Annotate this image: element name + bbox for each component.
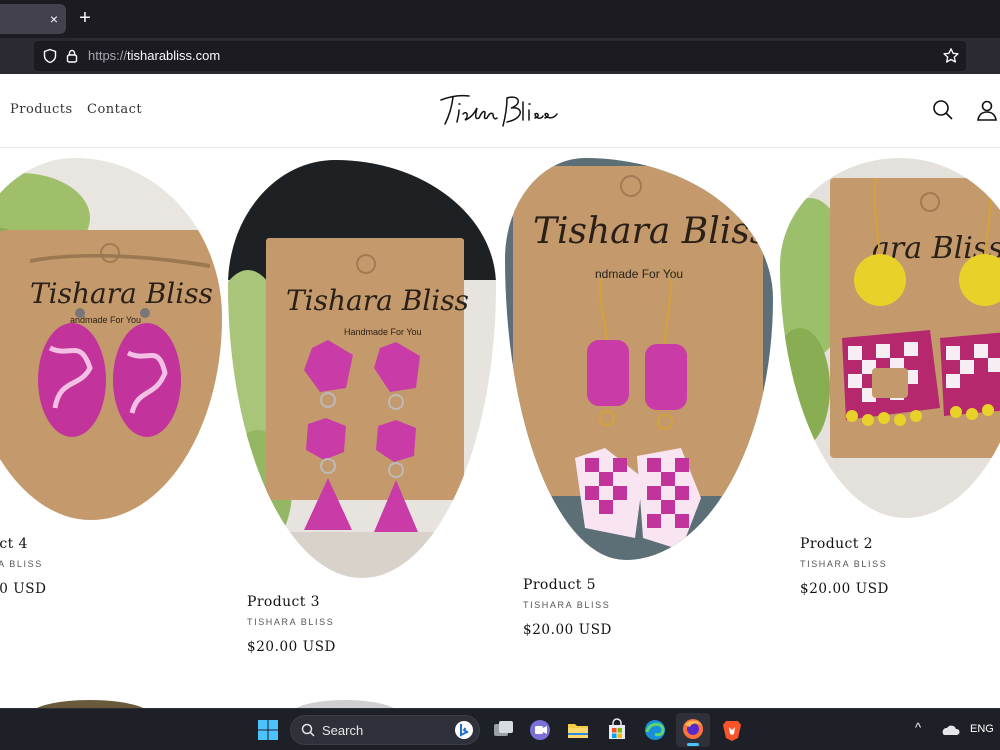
site-header: Products Contact	[0, 74, 1000, 148]
product-image-3[interactable]: Tishara Bliss Handmade For You	[228, 160, 496, 578]
taskbar-search[interactable]: Search	[290, 715, 480, 745]
language-indicator[interactable]: ENG	[970, 723, 994, 735]
browser-toolbar: https://tisharabliss.com	[0, 38, 1000, 74]
task-view-icon[interactable]	[489, 716, 517, 744]
bookmark-star-icon[interactable]	[942, 47, 960, 65]
close-tab-icon[interactable]: ×	[50, 10, 58, 28]
product-title[interactable]: Product 2	[800, 536, 873, 552]
new-tab-button[interactable]: +	[76, 8, 94, 28]
url-scheme: https://	[88, 48, 128, 63]
start-icon[interactable]	[254, 716, 282, 744]
card-sub-text: ndmade For You	[595, 267, 683, 281]
product-price: $20.00 USD	[800, 581, 889, 597]
product-vendor: TISHARA BLISS	[800, 559, 888, 569]
edge-icon[interactable]	[641, 716, 669, 744]
active-indicator	[687, 743, 699, 746]
product-price: $20.00 USD	[247, 639, 336, 655]
taskbar-search-label: Search	[322, 723, 364, 738]
card-brand-text: Tishara Bliss	[533, 211, 768, 252]
product-price: $20.00 USD	[523, 622, 612, 638]
url-bar[interactable]: https://tisharabliss.com	[34, 41, 966, 71]
browser-tab[interactable]: ×	[0, 4, 66, 34]
onedrive-icon[interactable]	[940, 723, 960, 737]
site-logo[interactable]	[437, 88, 559, 132]
product-title[interactable]: Product 3	[247, 594, 320, 610]
product-vendor: RA BLISS	[0, 559, 43, 569]
card-sub-text: Handmade For You	[344, 327, 422, 337]
product-image-5[interactable]: Tishara Bliss ndmade For You	[505, 158, 773, 560]
teams-icon[interactable]	[526, 716, 554, 744]
url-text[interactable]: https://tisharabliss.com	[88, 48, 220, 63]
card-brand-text: Tishara Bliss	[30, 277, 213, 310]
product-image-4[interactable]: Tishara Bliss andmade For You	[0, 158, 222, 520]
product-title[interactable]: Product 5	[523, 577, 596, 593]
product-title[interactable]: uct 4	[0, 536, 28, 552]
browser-tab-strip: × +	[0, 0, 1000, 38]
product-vendor: TISHARA BLISS	[523, 600, 611, 610]
url-host: tisharabliss.com	[127, 48, 221, 63]
tray-overflow-chevron[interactable]: ^	[915, 720, 921, 735]
card-brand-text: Tishara Bliss	[286, 284, 469, 317]
store-icon[interactable]	[603, 716, 631, 744]
product-image-2[interactable]: ara Bliss	[780, 158, 1000, 518]
product-price: 00 USD	[0, 581, 47, 597]
bing-icon[interactable]	[454, 720, 474, 740]
search-icon	[301, 723, 315, 737]
product-vendor: TISHARA BLISS	[247, 617, 335, 627]
search-icon[interactable]	[931, 98, 955, 122]
os-taskbar: Search ^ ENG	[0, 708, 1000, 750]
nav-link-contact[interactable]: Contact	[87, 102, 142, 117]
firefox-icon	[683, 719, 703, 739]
account-icon[interactable]	[975, 98, 999, 122]
shield-icon[interactable]	[42, 48, 58, 64]
file-explorer-icon[interactable]	[564, 716, 592, 744]
brave-icon[interactable]	[718, 716, 746, 744]
firefox-taskbar-button[interactable]	[676, 713, 710, 747]
nav-link-products[interactable]: Products	[10, 102, 73, 117]
lock-icon[interactable]	[64, 48, 80, 64]
